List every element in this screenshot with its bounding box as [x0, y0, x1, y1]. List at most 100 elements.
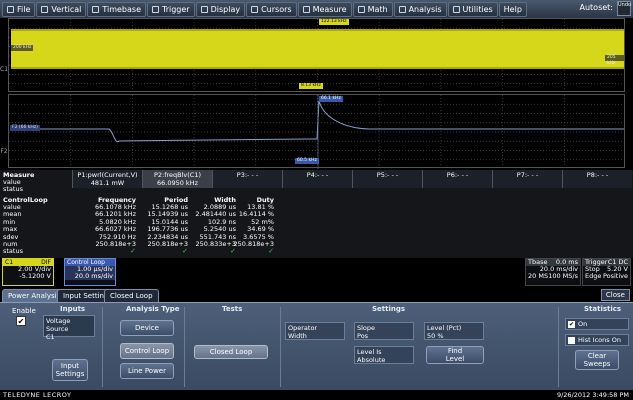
input-settings-button[interactable]: Input Settings: [52, 359, 88, 381]
inputs-title: Inputs: [60, 305, 86, 313]
menu-label: Vertical: [51, 4, 82, 14]
separator-3: [280, 307, 281, 387]
waveform-grid-2[interactable]: 66.1 kHz 60.5 kHz F2 (66 kHz): [8, 94, 626, 169]
trigger-descriptor[interactable]: Trigger C1 DC Stop 5.20 V Edge Positive: [582, 258, 631, 286]
status-check-icon: ✓: [130, 247, 136, 256]
menu-label: Math: [367, 4, 388, 14]
analysis-icon: [398, 5, 406, 13]
function-2-marker: F2: [0, 148, 8, 155]
waveform-2-top-label: 66.1 kHz: [319, 96, 343, 102]
line-power-button[interactable]: Line Power: [120, 363, 174, 379]
param-name: P2:freqBlv(C1): [153, 171, 202, 179]
waveform-1-trace: [11, 29, 624, 69]
file-icon: [7, 5, 14, 13]
close-button[interactable]: Close: [600, 289, 630, 301]
closed-loop-test-button[interactable]: Closed Loop: [194, 345, 268, 359]
statistics-on-field[interactable]: ✔ On: [565, 318, 629, 330]
find-level-button[interactable]: Find Level: [426, 346, 484, 364]
waveform-2-left-tag: F2 (66 kHz): [10, 125, 40, 131]
enable-checkbox[interactable]: ✔: [16, 316, 26, 326]
separator-1: [102, 307, 103, 387]
cursors-icon: [251, 5, 259, 13]
menu-label: Trigger: [162, 4, 190, 14]
tests-title: Tests: [222, 305, 243, 313]
statistics-on-label: On: [578, 320, 588, 328]
slope-field[interactable]: Slope Pos: [354, 322, 414, 340]
separator-4: [558, 307, 559, 387]
menu-label: Timebase: [102, 4, 141, 14]
tab-closed-loop[interactable]: Closed Loop: [104, 289, 159, 302]
voltage-source-label: Voltage Source: [46, 317, 71, 333]
level-is-field[interactable]: Level Is Absolute: [354, 346, 414, 364]
operator-field[interactable]: Operator Width: [285, 322, 345, 340]
menu-utilities[interactable]: Utilities: [447, 1, 498, 17]
vertical-icon: [41, 5, 49, 13]
measure-param-3[interactable]: P3:- - -: [212, 170, 282, 188]
waveform-1-envelope-bottom: [11, 67, 624, 69]
level-pct-label: Level (Pct): [427, 324, 462, 332]
operator-value: Width: [288, 332, 307, 340]
menu-bar: File Vertical Timebase Trigger Display Cursor…: [0, 0, 633, 18]
measure-param-4[interactable]: P4:- - -: [282, 170, 352, 188]
clear-sweeps-label: Clear Sweeps: [583, 352, 611, 368]
menu-analysis[interactable]: Analysis: [393, 1, 447, 17]
channel-c1-offset: -5.1200 V: [19, 272, 51, 280]
level-is-value: Absolute: [357, 356, 386, 364]
status-bar: TELEDYNE LECROY 9/26/2012 3:49:58 PM: [0, 390, 633, 400]
menu-math[interactable]: Math: [352, 1, 393, 17]
waveform-grid-1[interactable]: 122.13 kHz 8.13 kHz 200 kHz 205 kHz: [8, 18, 626, 93]
measure-param-7[interactable]: P7:- - -: [492, 170, 562, 188]
measure-param-2[interactable]: P2:freqBlv(C1) 66.0950 kHz: [142, 170, 212, 188]
timebase-samples: 20 MS: [528, 272, 549, 280]
measure-param-1[interactable]: P1:pwrl(Current,V) 481.1 mW: [72, 170, 142, 188]
level-pct-field[interactable]: Level (Pct) 50 %: [424, 322, 484, 340]
settings-title: Settings: [372, 305, 406, 313]
power-analysis-dialog: Enable ✔ Inputs Voltage Source C1 Input …: [0, 302, 633, 390]
waveform-1-right-tag: 205 kHz: [605, 55, 624, 66]
measure-param-8[interactable]: P8:- - -: [562, 170, 632, 188]
param-name: P5:- - -: [376, 171, 399, 179]
measure-row-label-status: status: [3, 185, 23, 193]
measure-param-5[interactable]: P5:- - -: [352, 170, 422, 188]
channel-1-marker: C1: [0, 66, 9, 73]
channel-c1-name: C1: [5, 259, 14, 266]
menu-trigger[interactable]: Trigger: [147, 1, 195, 17]
hist-icons-field[interactable]: Hist Icons On: [565, 334, 629, 346]
hist-icons-checkbox[interactable]: [568, 336, 575, 344]
measure-param-6[interactable]: P6:- - -: [422, 170, 492, 188]
param-name: P3:- - -: [236, 171, 259, 179]
level-pct-value: 50 %: [427, 332, 444, 340]
control-loop-descriptor[interactable]: Control Loop 1.00 µs/div 20.0 ms/div: [64, 258, 116, 286]
voltage-source-field[interactable]: Voltage Source C1: [43, 315, 95, 341]
menu-vertical[interactable]: Vertical: [36, 1, 87, 17]
channel-descriptor-row: C1 DIF 2.00 V/div -5.1200 V Control Loop…: [0, 258, 633, 286]
brand-logo-text: TELEDYNE LECROY: [3, 391, 72, 399]
menu-file[interactable]: File: [2, 1, 36, 17]
utilities-icon: [452, 5, 460, 13]
param-name: P8:- - -: [586, 171, 609, 179]
waveform-1-left-tag: 200 kHz: [11, 45, 34, 51]
timebase-rate: 100 MS/s: [548, 272, 578, 280]
timebase-descriptor[interactable]: Tbase 0.0 ms 20.0 ms/div 20 MS 100 MS/s: [525, 258, 581, 286]
menu-measure[interactable]: Measure: [297, 1, 352, 17]
menu-timebase[interactable]: Timebase: [87, 1, 146, 17]
menu-help[interactable]: Help: [498, 1, 527, 17]
measure-table: Measure value status P1:pwrl(Current,V) 4…: [0, 170, 633, 258]
clear-sweeps-button[interactable]: Clear Sweeps: [575, 350, 619, 370]
device-button[interactable]: Device: [120, 320, 174, 336]
undo-button[interactable]: Undo: [617, 1, 631, 16]
slope-label: Slope: [357, 324, 376, 332]
control-loop-vdiv: 20.0 ms/div: [65, 273, 115, 280]
menu-label: Display: [210, 4, 241, 14]
operator-label: Operator: [288, 324, 318, 332]
menu-display[interactable]: Display: [195, 1, 246, 17]
control-loop-button[interactable]: Control Loop: [120, 343, 174, 359]
display-icon: [200, 5, 208, 13]
menu-label: Help: [503, 4, 522, 14]
statistics-on-checkbox[interactable]: ✔: [568, 320, 575, 328]
channel-c1-descriptor[interactable]: C1 DIF 2.00 V/div -5.1200 V: [2, 258, 54, 286]
waveform-1-envelope-top: [11, 29, 624, 31]
autoset-button[interactable]: Autoset:: [580, 3, 614, 12]
timebase-icon: [92, 5, 100, 13]
menu-cursors[interactable]: Cursors: [246, 1, 297, 17]
